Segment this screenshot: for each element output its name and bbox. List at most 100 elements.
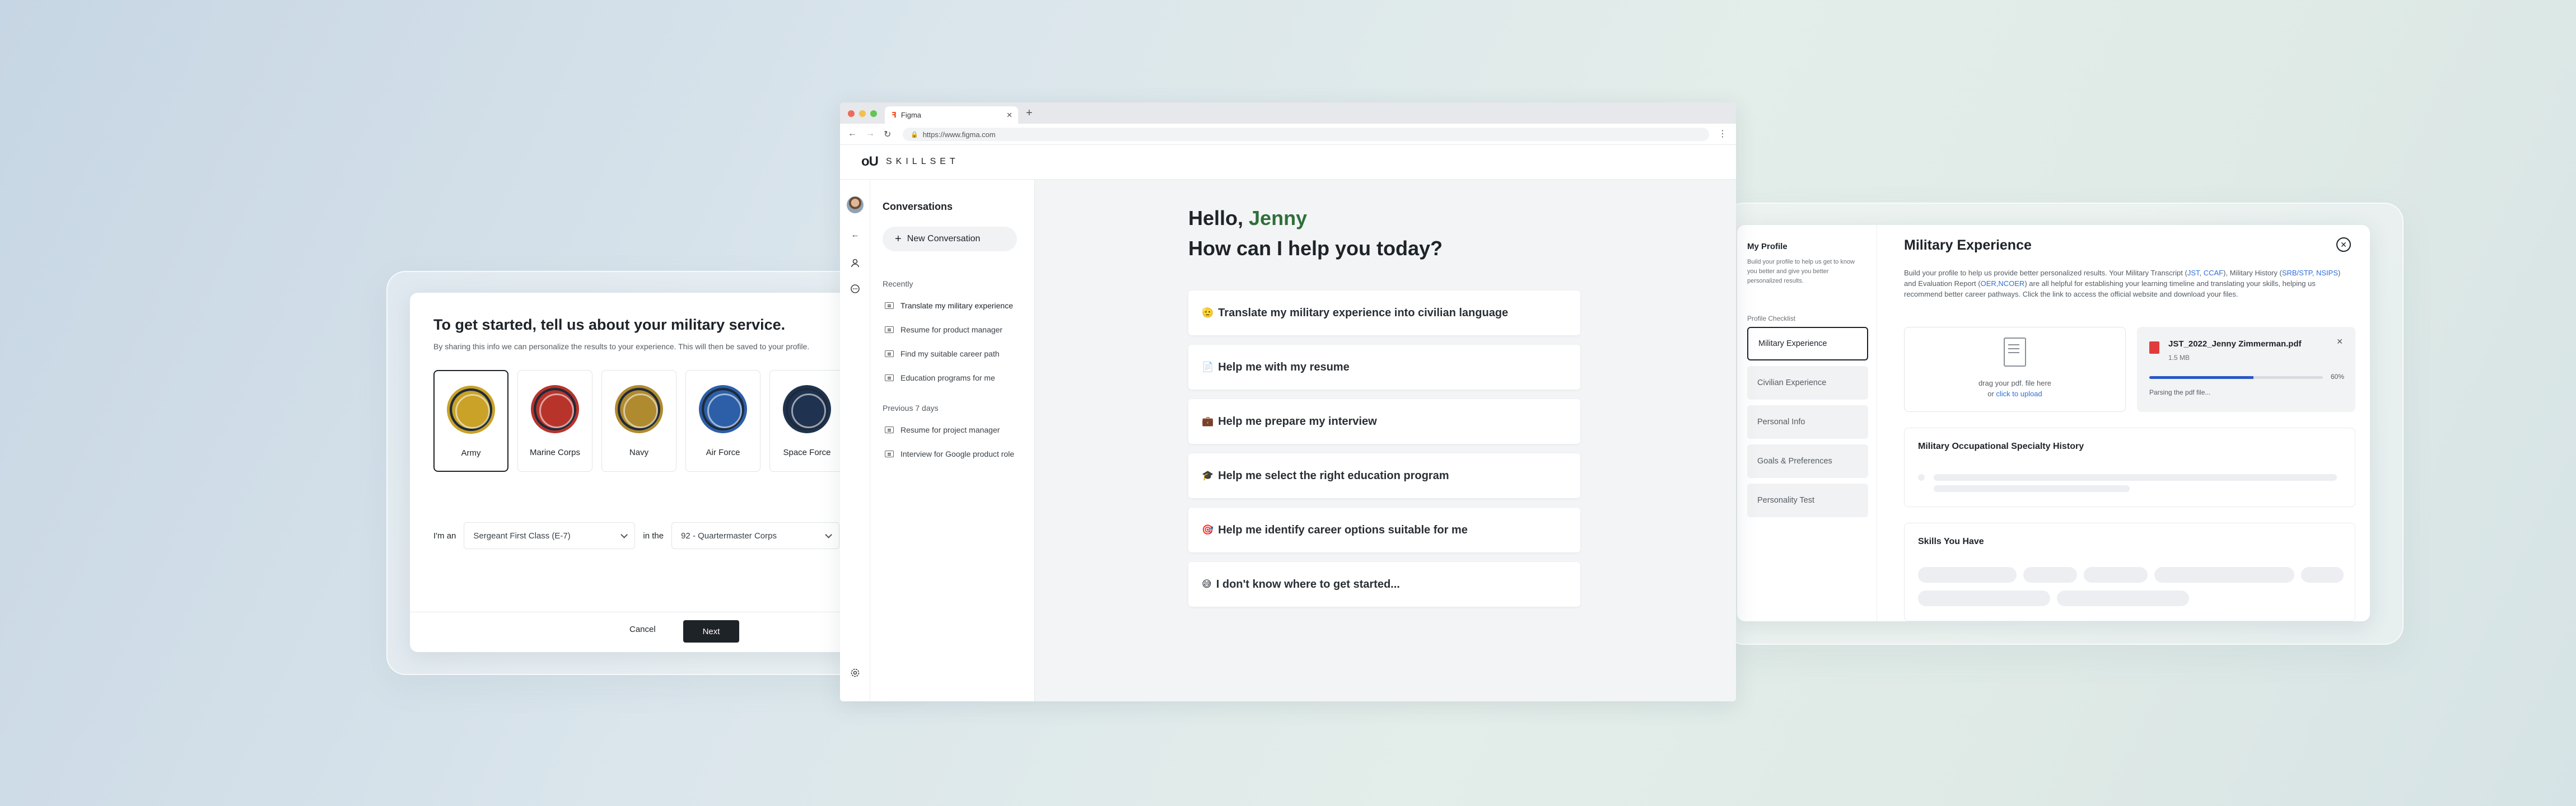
profile-sidebar: My Profile Build your profile to help us… [1737,225,1877,621]
browser-menu-icon[interactable]: ⋮ [1718,128,1727,139]
army-seal-icon [447,386,495,434]
checklist-item-civilian-experience[interactable]: Civilian Experience [1747,366,1868,400]
rank-value: Sergeant First Class (E-7) [473,531,571,541]
air-force-seal-icon [699,385,747,433]
new-conversation-label: New Conversation [907,234,981,243]
conversation-item[interactable]: Translate my military experience [885,297,1030,314]
conversation-label: Resume for project manager [900,425,1000,434]
military-service-card: To get started, tell us about your milit… [410,293,914,652]
window-maximize-button[interactable] [870,110,877,117]
profile-icon[interactable] [850,258,860,268]
lock-icon: 🔒 [911,131,918,138]
skeleton-chip [2154,567,2294,583]
conversation-item[interactable]: Education programs for me [885,369,1030,386]
prompt-card[interactable]: 📄 Help me with my resume [1188,345,1580,390]
new-tab-icon[interactable]: + [1026,107,1033,120]
prompt-text: Help me prepare my interview [1218,415,1377,428]
chevron-down-icon [825,531,833,538]
window-minimize-button[interactable] [859,110,866,117]
forward-arrow-icon[interactable]: → [866,129,875,140]
rank-select[interactable]: Sergeant First Class (E-7) [464,522,636,549]
checklist-item-goals-preferences[interactable]: Goals & Preferences [1747,444,1868,478]
skeleton-line [1934,474,2337,481]
app-header: oU SKILLSET [840,145,1736,180]
mos-history-title: Military Occupational Specialty History [1918,442,2084,451]
branch-option-marine-corps[interactable]: Marine Corps [517,370,592,472]
click-to-upload-link[interactable]: click to upload [1996,390,2042,398]
conversation-item[interactable]: Interview for Google product role [885,446,1030,462]
remove-file-icon[interactable]: ✕ [2336,337,2343,346]
prompt-card[interactable]: 😅 I don't know where to get started... [1188,562,1580,607]
reload-icon[interactable]: ↻ [884,129,891,140]
recent-group-label: Recently [883,279,913,288]
prompt-card[interactable]: 🎓 Help me select the right education prog… [1188,453,1580,498]
prompt-text: Help me select the right education progr… [1218,469,1449,482]
chat-icon[interactable] [850,284,860,294]
skeleton-chip [2023,567,2077,583]
uploaded-file-card: JST_2022_Jenny Zimmerman.pdf 1.5 MB ✕ 60… [2137,327,2355,412]
ccaf-link[interactable]: CCAF [2204,269,2223,277]
prompt-text: I don't know where to get started... [1216,578,1400,591]
address-bar[interactable]: 🔒 https://www.figma.com [903,128,1709,141]
branch-label: Space Force [783,448,831,457]
logo-word: SKILLSET [886,157,959,166]
file-size: 1.5 MB [2168,354,2190,362]
close-button[interactable]: ✕ [2336,237,2351,252]
document-icon [2004,338,2026,367]
back-arrow-icon[interactable]: ← [848,129,857,140]
browser-tab-bar: ꟻ Figma ✕ + [840,102,1736,124]
progress-fill [2149,376,2253,379]
cancel-button[interactable]: Cancel [629,625,656,634]
chat-bubble-icon [885,427,894,433]
skeleton-chip [2084,567,2148,583]
conversation-item[interactable]: Resume for product manager [885,321,1030,338]
checklist-item-military-experience[interactable]: Military Experience [1747,327,1868,360]
branch-option-navy[interactable]: Navy [601,370,676,472]
prompt-card[interactable]: 💼 Help me prepare my interview [1188,399,1580,444]
corps-prefix: in the [643,531,664,541]
branch-option-space-force[interactable]: Space Force [769,370,844,472]
next-button[interactable]: Next [683,620,739,643]
close-tab-icon[interactable]: ✕ [1006,111,1012,120]
jst-link[interactable]: JST [2187,269,2200,277]
corps-select[interactable]: 92 - Quartermaster Corps [671,522,840,549]
skeleton-chip [1918,591,2050,606]
prompt-emoji-icon: 📄 [1202,362,1214,372]
upload-or: or [1987,390,1996,398]
nav-buttons: ← → ↻ [848,129,891,140]
chat-bubble-icon [885,374,894,381]
suggested-prompts: 🫡 Translate my military experience into c… [1188,290,1580,607]
prompt-text: Help me identify career options suitable… [1218,523,1468,536]
conversation-label: Translate my military experience [900,301,1013,310]
desc-text: Build your profile to help us provide be… [1904,269,2187,277]
prompt-card[interactable]: 🎯 Help me identify career options suitabl… [1188,508,1580,552]
avatar[interactable] [847,196,864,213]
conversation-item[interactable]: Resume for project manager [885,421,1030,438]
prompt-emoji-icon: 💼 [1202,416,1214,427]
settings-gear-icon[interactable] [850,668,860,678]
section-title: Military Experience [1904,237,2032,253]
profile-checklist: Military Experience Civilian Experience Pe… [1747,327,1868,517]
branch-option-army[interactable]: Army [433,370,508,472]
figma-icon: ꟻ [892,110,897,119]
window-close-button[interactable] [848,110,855,117]
skills-section: Skills You Have [1904,523,2355,621]
back-icon[interactable]: ← [850,230,860,240]
checklist-item-personality-test[interactable]: Personality Test [1747,484,1868,517]
conversations-title: Conversations [883,201,953,212]
new-conversation-button[interactable]: + New Conversation [883,227,1017,251]
conversation-item[interactable]: Find my suitable career path [885,345,1030,362]
oer-link[interactable]: OER,NCOER [1981,279,2025,288]
close-icon: ✕ [2340,240,2347,249]
srb-link[interactable]: SRB/STP, NSIPS [2282,269,2338,277]
branch-option-air-force[interactable]: Air Force [685,370,760,472]
chat-bubble-icon [885,451,894,457]
browser-tab[interactable]: ꟻ Figma ✕ [885,106,1018,124]
skillset-logo[interactable]: oU SKILLSET [861,154,959,170]
mos-history-section: Military Occupational Specialty History [1904,428,2355,507]
window-controls [848,110,877,117]
checklist-item-personal-info[interactable]: Personal Info [1747,405,1868,439]
prompt-card[interactable]: 🫡 Translate my military experience into c… [1188,290,1580,335]
skeleton-chip [2057,591,2189,606]
upload-dropzone[interactable]: drag your pdf. file here or click to upl… [1904,327,2126,412]
